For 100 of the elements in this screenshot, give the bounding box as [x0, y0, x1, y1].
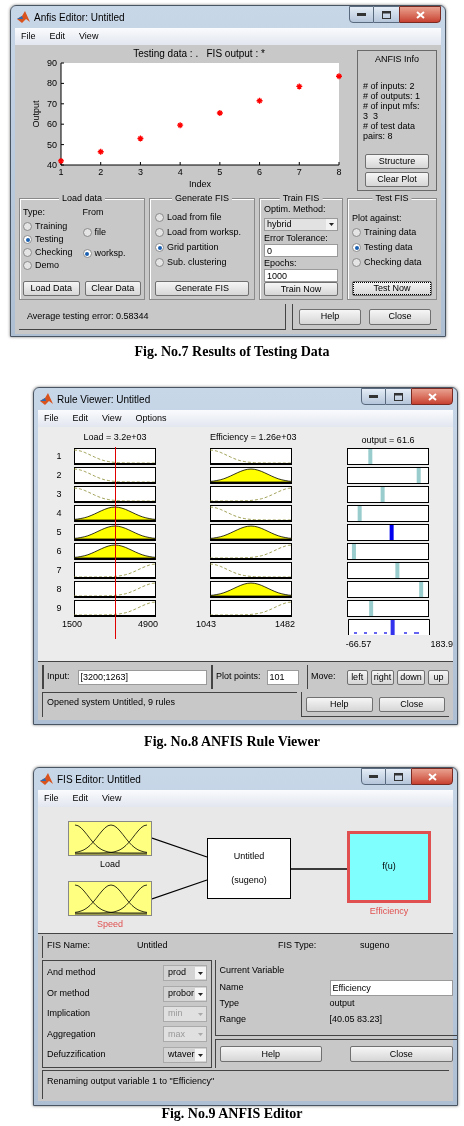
field-label: And method — [47, 966, 97, 980]
minimize-button[interactable] — [361, 388, 386, 405]
panel-button[interactable]: Clear Plot — [365, 172, 429, 187]
field-label: Name — [219, 981, 245, 995]
field-label: Aggregation — [47, 1027, 97, 1041]
input-field[interactable]: 101 — [266, 669, 299, 685]
radio-button[interactable] — [352, 228, 361, 237]
radio-button[interactable] — [155, 213, 164, 222]
menu-item[interactable]: Edit — [72, 411, 89, 426]
close-icon — [415, 10, 425, 19]
radio-label: Demo — [35, 258, 59, 272]
panel-button[interactable]: Test Now — [352, 281, 432, 296]
method-dropdown[interactable]: prod — [163, 965, 207, 982]
info-text: # of input mfs: — [363, 100, 421, 111]
radio-button[interactable] — [155, 243, 164, 252]
menu-item[interactable]: View — [102, 411, 122, 426]
radio-button[interactable] — [82, 249, 92, 258]
close-button[interactable] — [399, 6, 441, 23]
maximize-button[interactable] — [386, 388, 411, 405]
menu-item[interactable]: File — [44, 411, 59, 426]
maximize-icon — [394, 772, 403, 781]
panel-button[interactable]: Clear Data — [84, 281, 141, 296]
input-field[interactable]: 1000 — [264, 269, 338, 283]
field-label: Error Tolerance: — [264, 233, 329, 244]
tick-label: 1 — [58, 167, 64, 177]
menu-item[interactable]: View — [102, 791, 122, 806]
close-icon — [427, 772, 437, 781]
menu-item[interactable]: Edit — [49, 29, 66, 44]
close-button[interactable] — [411, 388, 453, 405]
info-text: pairs: 8 — [363, 130, 394, 141]
panel-button[interactable]: Structure — [365, 154, 429, 169]
panel-button[interactable]: Generate FIS — [155, 281, 249, 296]
radio-button[interactable] — [82, 228, 92, 237]
radio-button[interactable] — [23, 261, 32, 270]
system-node[interactable]: Untitled (sugeno) — [207, 838, 291, 899]
dialog-button[interactable]: Close — [378, 696, 445, 712]
status-text: Average testing error: 0.58344 — [27, 309, 149, 323]
input-field[interactable]: 0 — [264, 244, 338, 258]
field-label: Range — [219, 1013, 248, 1027]
radio-label: Testing — [35, 232, 64, 246]
input-variable-node[interactable] — [68, 821, 152, 856]
maximize-icon — [394, 392, 403, 401]
radio-button[interactable] — [23, 248, 32, 257]
move-button[interactable]: left — [346, 669, 368, 685]
menu-item[interactable]: File — [44, 791, 59, 806]
output-function-label: f(u) — [382, 860, 396, 874]
field-label: Or method — [47, 986, 91, 1000]
figure-caption: Fig. No.9 ANFIS Editor — [160, 1107, 304, 1121]
menu-item[interactable]: View — [79, 29, 99, 44]
minimize-button[interactable] — [349, 6, 374, 23]
maximize-button[interactable] — [374, 6, 399, 23]
radio-label: Grid partition — [167, 240, 219, 254]
input-field[interactable]: [3200;1263] — [77, 669, 207, 685]
rule-number: 5 — [55, 525, 63, 539]
input-variable-node[interactable] — [68, 881, 152, 916]
move-button[interactable]: right — [370, 669, 395, 685]
data-point — [136, 134, 145, 143]
radio-button[interactable] — [352, 258, 361, 267]
radio-label: file — [94, 225, 107, 239]
tick-label: 40 — [47, 160, 57, 170]
close-button[interactable] — [411, 768, 453, 785]
method-dropdown[interactable]: hybrid — [264, 218, 338, 231]
rule-number: 6 — [55, 544, 63, 558]
dialog-button[interactable]: Close — [350, 1046, 453, 1062]
close-icon — [427, 392, 437, 401]
radio-button[interactable] — [23, 222, 32, 231]
axis-tick-label: 183.9 — [430, 638, 453, 651]
caret-icon — [326, 219, 337, 230]
dialog-button[interactable]: Help — [306, 696, 373, 712]
minimize-icon — [357, 13, 366, 16]
name-field[interactable]: Efficiency — [329, 980, 453, 996]
menu-item[interactable]: File — [21, 29, 36, 44]
tick-label: 5 — [217, 167, 223, 177]
rule-number: 1 — [55, 449, 63, 463]
method-dropdown[interactable]: wtaver — [163, 1046, 207, 1063]
move-button[interactable]: down — [397, 669, 425, 685]
menu-item[interactable]: Edit — [72, 791, 89, 806]
axis-tick-label: 4900 — [137, 618, 158, 631]
data-point — [335, 72, 343, 80]
panel-button[interactable]: Train Now — [264, 282, 338, 296]
field-value: Untitled — [137, 939, 169, 952]
output-variable-node[interactable]: f(u) — [347, 831, 431, 903]
field-value: output — [329, 997, 355, 1011]
dialog-button[interactable]: Close — [369, 308, 431, 325]
menu-item[interactable]: Options — [135, 411, 167, 426]
dialog-button[interactable]: Help — [219, 1046, 322, 1062]
method-dropdown: max — [163, 1026, 207, 1043]
maximize-button[interactable] — [386, 768, 411, 785]
tick-label: 6 — [257, 167, 263, 177]
minimize-button[interactable] — [361, 768, 386, 785]
radio-button[interactable] — [155, 258, 164, 267]
radio-button[interactable] — [155, 228, 164, 237]
move-button[interactable]: up — [427, 669, 449, 685]
method-dropdown[interactable]: probor — [163, 985, 207, 1002]
radio-button[interactable] — [23, 235, 32, 244]
variable-heading: output = 61.6 — [360, 434, 416, 447]
dialog-button[interactable]: Help — [299, 308, 361, 325]
panel-button[interactable]: Load Data — [23, 281, 80, 296]
variable-label: Load — [100, 858, 120, 871]
radio-button[interactable] — [352, 243, 361, 252]
